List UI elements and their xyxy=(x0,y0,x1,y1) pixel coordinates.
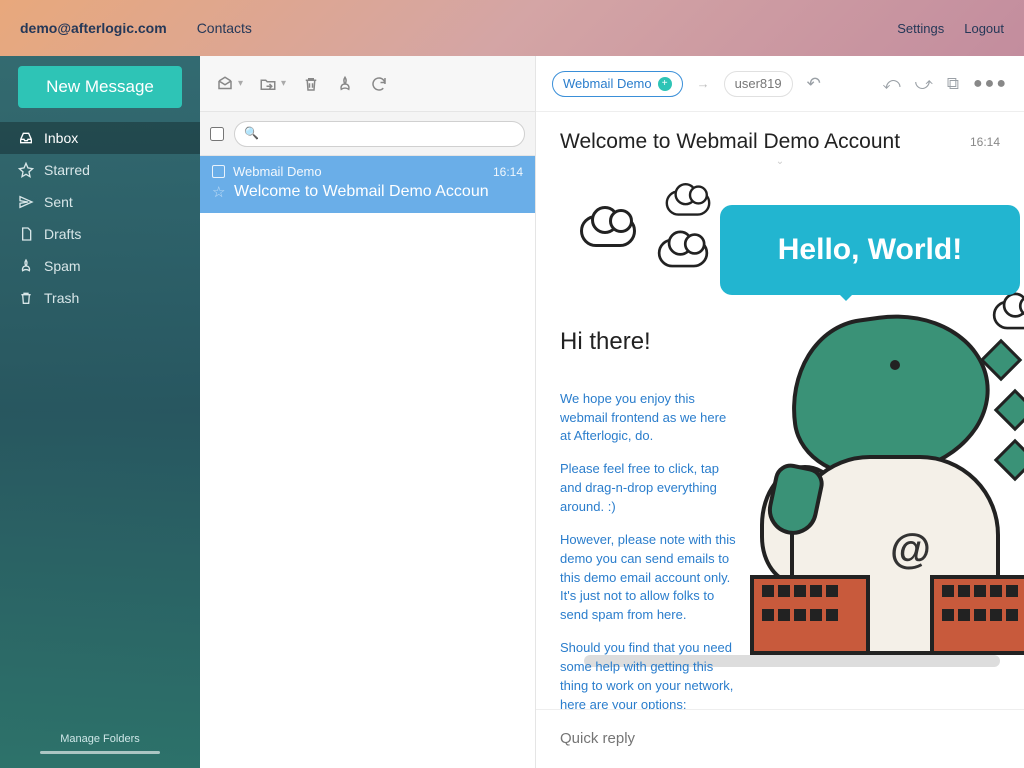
top-bar: demo@afterlogic.com Contacts Settings Lo… xyxy=(0,0,1024,56)
cloud-illustration xyxy=(658,239,708,268)
reader-subject: Welcome to Webmail Demo Account xyxy=(560,130,970,154)
chevron-down-icon[interactable]: ▾ xyxy=(281,78,286,89)
mark-read-icon[interactable] xyxy=(216,75,234,93)
spam-icon xyxy=(18,258,34,274)
body-paragraph: However, please note with this demo you … xyxy=(560,531,740,625)
reply-icon[interactable]: ↶ xyxy=(807,74,821,94)
body-paragraph: Should you find that you need some help … xyxy=(560,639,740,709)
at-symbol: @ xyxy=(890,525,931,573)
dino-spike xyxy=(994,389,1024,431)
sent-icon xyxy=(18,194,34,210)
search-bar: 🔍 xyxy=(200,112,535,156)
trash-icon xyxy=(18,290,34,306)
message-subject: Welcome to Webmail Demo Accoun xyxy=(234,183,489,201)
sidebar: New Message Inbox Starred Sent Drafts xyxy=(0,56,200,768)
storage-bar xyxy=(40,751,160,754)
settings-link[interactable]: Settings xyxy=(897,21,944,36)
chevron-down-icon[interactable]: ▾ xyxy=(238,78,243,89)
body-paragraph: Please feel free to click, tap and drag-… xyxy=(560,460,740,517)
manage-folders[interactable]: Manage Folders xyxy=(0,719,200,768)
reply-all-icon[interactable]: ⤺ xyxy=(882,74,900,94)
add-contact-icon[interactable]: + xyxy=(658,77,672,91)
move-folder-icon[interactable] xyxy=(259,75,277,93)
greeting: Hi there! xyxy=(560,325,740,360)
star-icon xyxy=(18,162,34,178)
draft-icon xyxy=(18,226,34,242)
folder-label: Trash xyxy=(44,290,79,306)
forward-icon[interactable]: ⤻ xyxy=(915,74,933,94)
account-email[interactable]: demo@afterlogic.com xyxy=(20,20,167,36)
message-time: 16:14 xyxy=(493,165,523,179)
building-illustration xyxy=(930,575,1024,655)
list-toolbar: ▾ ▾ xyxy=(200,56,535,112)
folder-label: Sent xyxy=(44,194,73,210)
body-paragraph: We hope you enjoy this webmail frontend … xyxy=(560,390,740,447)
dino-spike xyxy=(994,439,1024,481)
collapse-chevron-icon[interactable]: ⌄ xyxy=(536,154,1024,175)
folder-label: Spam xyxy=(44,258,81,274)
folder-trash[interactable]: Trash xyxy=(0,282,200,314)
open-external-icon[interactable]: ⧉ xyxy=(947,74,959,94)
reader-body[interactable]: Hi there! We hope you enjoy this webmail… xyxy=(536,175,1024,709)
logout-link[interactable]: Logout xyxy=(964,21,1004,36)
search-icon: 🔍 xyxy=(244,126,259,140)
spam-action-icon[interactable] xyxy=(336,75,354,93)
star-toggle-icon[interactable]: ☆ xyxy=(212,183,226,201)
search-input[interactable] xyxy=(234,121,525,147)
message-checkbox[interactable] xyxy=(212,165,225,178)
dino-eye xyxy=(890,360,900,370)
reader-toolbar: Webmail Demo + → user819 ↶ ⤺ ⤻ ⧉ ●●● xyxy=(536,56,1024,112)
quick-reply xyxy=(536,709,1024,768)
reader-time: 16:14 xyxy=(970,135,1000,149)
new-message-button[interactable]: New Message xyxy=(18,66,182,108)
cloud-illustration xyxy=(580,215,636,247)
quick-reply-input[interactable] xyxy=(560,730,1000,747)
folder-label: Inbox xyxy=(44,130,78,146)
folder-label: Starred xyxy=(44,162,90,178)
folder-starred[interactable]: Starred xyxy=(0,154,200,186)
inbox-icon xyxy=(18,130,34,146)
contacts-link[interactable]: Contacts xyxy=(197,20,252,36)
reader-pane: Webmail Demo + → user819 ↶ ⤺ ⤻ ⧉ ●●● Wel… xyxy=(536,56,1024,768)
folder-drafts[interactable]: Drafts xyxy=(0,218,200,250)
folder-sent[interactable]: Sent xyxy=(0,186,200,218)
folder-spam[interactable]: Spam xyxy=(0,250,200,282)
sender-pill[interactable]: Webmail Demo + xyxy=(552,71,683,97)
message-from: Webmail Demo xyxy=(233,164,485,179)
folder-label: Drafts xyxy=(44,226,81,242)
cloud-illustration xyxy=(666,190,711,216)
folder-inbox[interactable]: Inbox xyxy=(0,122,200,154)
recipient-pill[interactable]: user819 xyxy=(724,71,793,97)
speech-bubble: Hello, World! xyxy=(720,205,1020,295)
message-list-pane: ▾ ▾ 🔍 Webmail Demo 16:14 ☆ xyxy=(200,56,536,768)
select-all-checkbox[interactable] xyxy=(210,127,224,141)
arrow-right-icon: → xyxy=(697,76,710,91)
cloud-illustration xyxy=(993,301,1024,330)
refresh-icon[interactable] xyxy=(370,75,388,93)
message-item[interactable]: Webmail Demo 16:14 ☆ Welcome to Webmail … xyxy=(200,156,535,213)
building-illustration xyxy=(750,575,870,655)
delete-icon[interactable] xyxy=(302,75,320,93)
more-menu-icon[interactable]: ●●● xyxy=(973,75,1008,93)
